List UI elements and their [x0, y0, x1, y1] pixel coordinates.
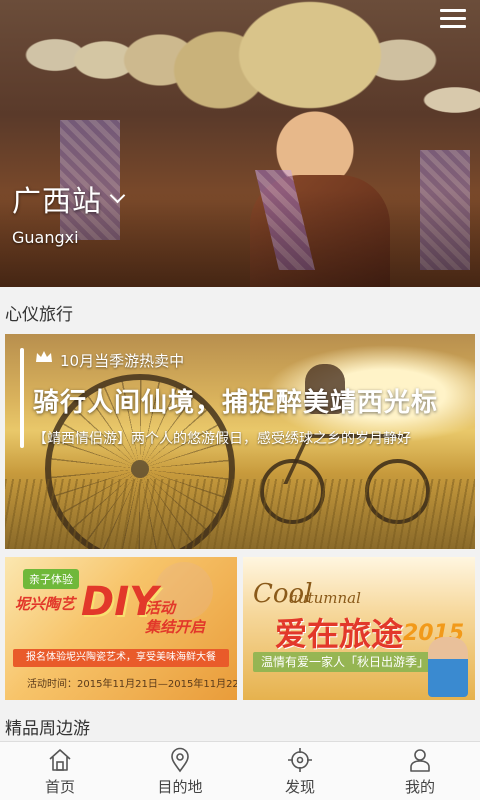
- promo-date: 活动时间：2015年11月21日—2015年11月22日: [27, 679, 237, 690]
- tab-home[interactable]: 首页: [0, 742, 120, 800]
- promo-heading-line: 活动: [145, 599, 176, 617]
- crown-icon: [36, 351, 52, 362]
- promo-tile-autumn[interactable]: Cool autumnal 爱在旅途 2015 温情有爱一家人「秋日出游季」: [243, 557, 475, 700]
- section-title-featured: 心仪旅行: [5, 305, 73, 325]
- hero-decoration: [255, 170, 315, 270]
- tab-label: 目的地: [157, 778, 203, 796]
- banner-tag: 10月当季游热卖中: [60, 352, 185, 370]
- bottom-tab-bar: 首页 目的地 发现 我的: [0, 741, 480, 800]
- city-selector[interactable]: 广西站: [12, 178, 126, 220]
- crosshair-icon: [288, 748, 312, 772]
- menu-icon[interactable]: [438, 6, 468, 32]
- banner-accent-bar: [20, 348, 24, 448]
- tab-mine[interactable]: 我的: [360, 742, 480, 800]
- promo-badge: 亲子体验: [23, 569, 79, 589]
- tab-destination[interactable]: 目的地: [120, 742, 240, 800]
- hero-decoration: [420, 150, 470, 270]
- promo-heading-2: 活动 集结开启: [145, 599, 205, 637]
- banner-description: 【靖西情侣游】两个人的悠游假日，感受绣球之乡的岁月静好: [33, 431, 411, 447]
- featured-trip-banner[interactable]: 10月当季游热卖中 骑行人间仙境，捕捉醉美靖西光标 【靖西情侣游】两个人的悠游假…: [5, 334, 475, 549]
- city-name: 广西站: [12, 184, 103, 218]
- person-photo-graphic: [428, 637, 468, 697]
- promo-heading-line: 集结开启: [145, 618, 206, 636]
- promo-heading: 坭兴陶艺: [15, 595, 76, 613]
- tab-discover[interactable]: 发现: [240, 742, 360, 800]
- grass-graphic: [5, 479, 475, 549]
- promo-subtitle: 温情有爱一家人「秋日出游季」: [253, 652, 453, 672]
- home-icon: [49, 749, 71, 771]
- tab-label: 首页: [44, 778, 75, 796]
- promo-tile-diy[interactable]: 亲子体验 坭兴陶艺 DIY 活动 集结开启 报名体验坭兴陶瓷艺术，享受美味海鲜大…: [5, 557, 237, 700]
- city-english-name: Guangxi: [12, 228, 79, 247]
- location-pin-icon: [171, 747, 189, 773]
- tab-label: 我的: [404, 778, 435, 796]
- promo-chinese-title: 爱在旅途: [275, 615, 404, 653]
- chevron-down-icon: [109, 187, 126, 204]
- person-icon: [410, 749, 430, 772]
- banner-title: 骑行人间仙境，捕捉醉美靖西光标: [33, 388, 439, 418]
- section-title-nearby: 精品周边游: [5, 719, 90, 739]
- promo-description: 报名体验坭兴陶瓷艺术，享受美味海鲜大餐: [13, 649, 229, 667]
- promo-english-subtitle: autumnal: [289, 589, 361, 607]
- tab-label: 发现: [284, 778, 315, 796]
